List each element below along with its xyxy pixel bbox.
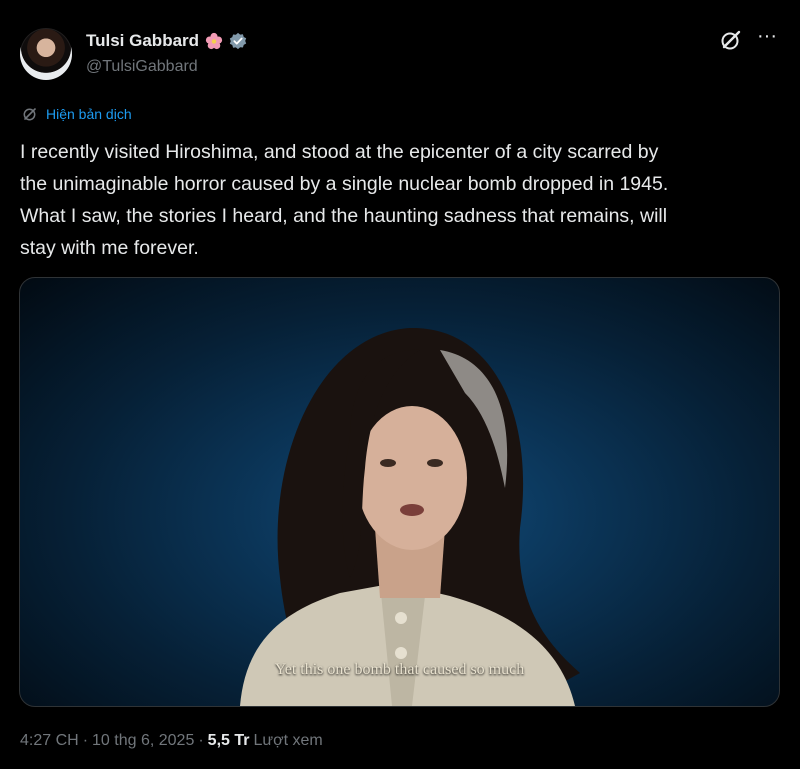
meta-separator: ·	[82, 732, 89, 749]
show-translation-label[interactable]: Hiện bản dịch	[46, 106, 132, 122]
tweet-meta: 4:27 CH · 10 thg 6, 2025 · 5,5 Tr Lượt x…	[20, 732, 323, 750]
verified-badge-icon[interactable]	[229, 32, 247, 50]
tweet-time[interactable]: 4:27 CH	[20, 732, 79, 750]
tweet-date[interactable]: 10 thg 6, 2025	[92, 732, 194, 750]
views-label: Lượt xem	[253, 732, 323, 749]
tweet-header: Tulsi Gabbard @TulsiGabbard ···	[0, 0, 800, 100]
tweet-text: I recently visited Hiroshima, and stood …	[20, 141, 669, 259]
show-translation-link[interactable]: Hiện bản dịch	[22, 106, 132, 122]
grok-icon[interactable]	[719, 28, 743, 52]
name-row: Tulsi Gabbard	[86, 31, 247, 51]
more-options-icon[interactable]: ···	[755, 26, 779, 52]
translate-icon	[23, 108, 36, 121]
handle[interactable]: @TulsiGabbard	[86, 58, 198, 76]
display-name[interactable]: Tulsi Gabbard	[86, 31, 199, 51]
video-frame	[240, 327, 580, 706]
hibiscus-icon	[205, 32, 223, 50]
video-subtitle: Yet this one bomb that caused so much	[274, 661, 525, 678]
views-count[interactable]: 5,5 Tr	[208, 732, 250, 750]
video-player[interactable]: Yet this one bomb that caused so much	[19, 277, 780, 707]
avatar[interactable]	[20, 28, 72, 80]
meta-separator: ·	[198, 732, 204, 749]
